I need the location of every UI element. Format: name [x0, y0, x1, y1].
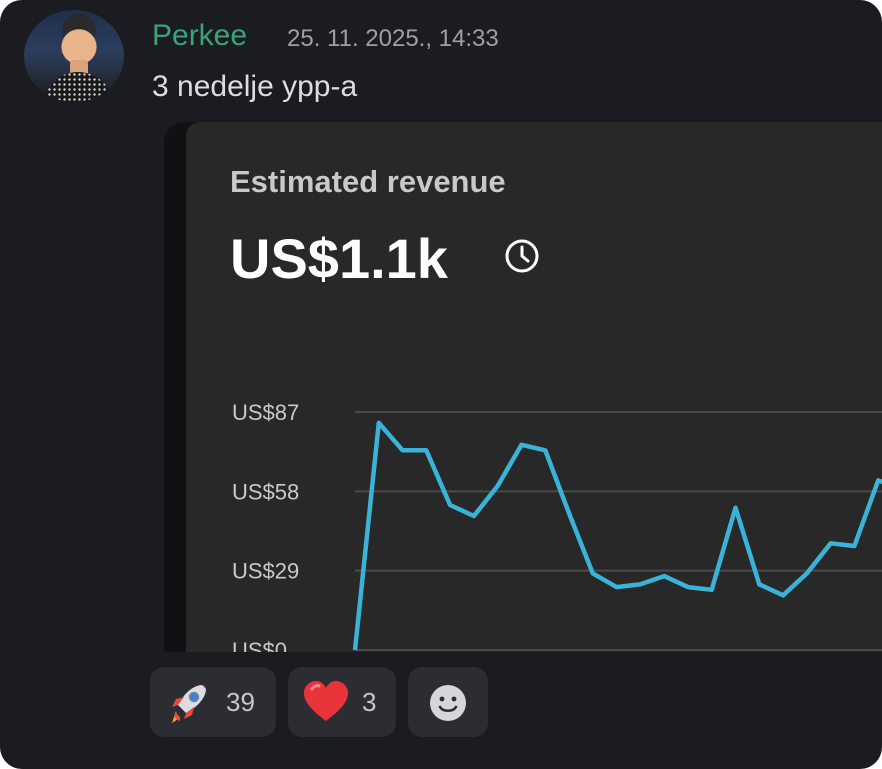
y-tick-label: US$58: [232, 479, 299, 504]
chat-message-frame: Perkee 25. 11. 2025., 14:33 3 nedelje yp…: [0, 0, 882, 769]
reaction-count: 3: [362, 687, 377, 717]
message-text: 3 nedelje ypp-a: [152, 70, 358, 103]
add-reaction-button[interactable]: [408, 667, 488, 737]
y-tick-label: US$87: [232, 400, 299, 425]
timestamp: 25. 11. 2025., 14:33: [287, 25, 499, 52]
avatar[interactable]: [24, 10, 124, 102]
reaction-heart[interactable]: 3: [288, 667, 396, 737]
y-tick-label: US$0: [232, 638, 287, 652]
reaction-rocket[interactable]: 39: [150, 667, 276, 737]
reaction-count: 39: [226, 687, 255, 717]
avatar-shirt: [42, 72, 114, 102]
revenue-series-line: [352, 420, 882, 651]
image-attachment[interactable]: Estimated revenue US$1.1k US$87 US$58 US$2…: [164, 122, 882, 652]
rocket-icon: [172, 685, 206, 723]
red-heart-icon: [304, 681, 348, 721]
y-tick-label: US$29: [232, 559, 299, 584]
revenue-chart: US$87 US$58 US$29 US$0: [232, 400, 882, 652]
revenue-card: Estimated revenue US$1.1k US$87 US$58 US$2…: [186, 122, 882, 652]
username[interactable]: Perkee: [152, 19, 247, 53]
add-reaction-icon: [430, 685, 466, 721]
